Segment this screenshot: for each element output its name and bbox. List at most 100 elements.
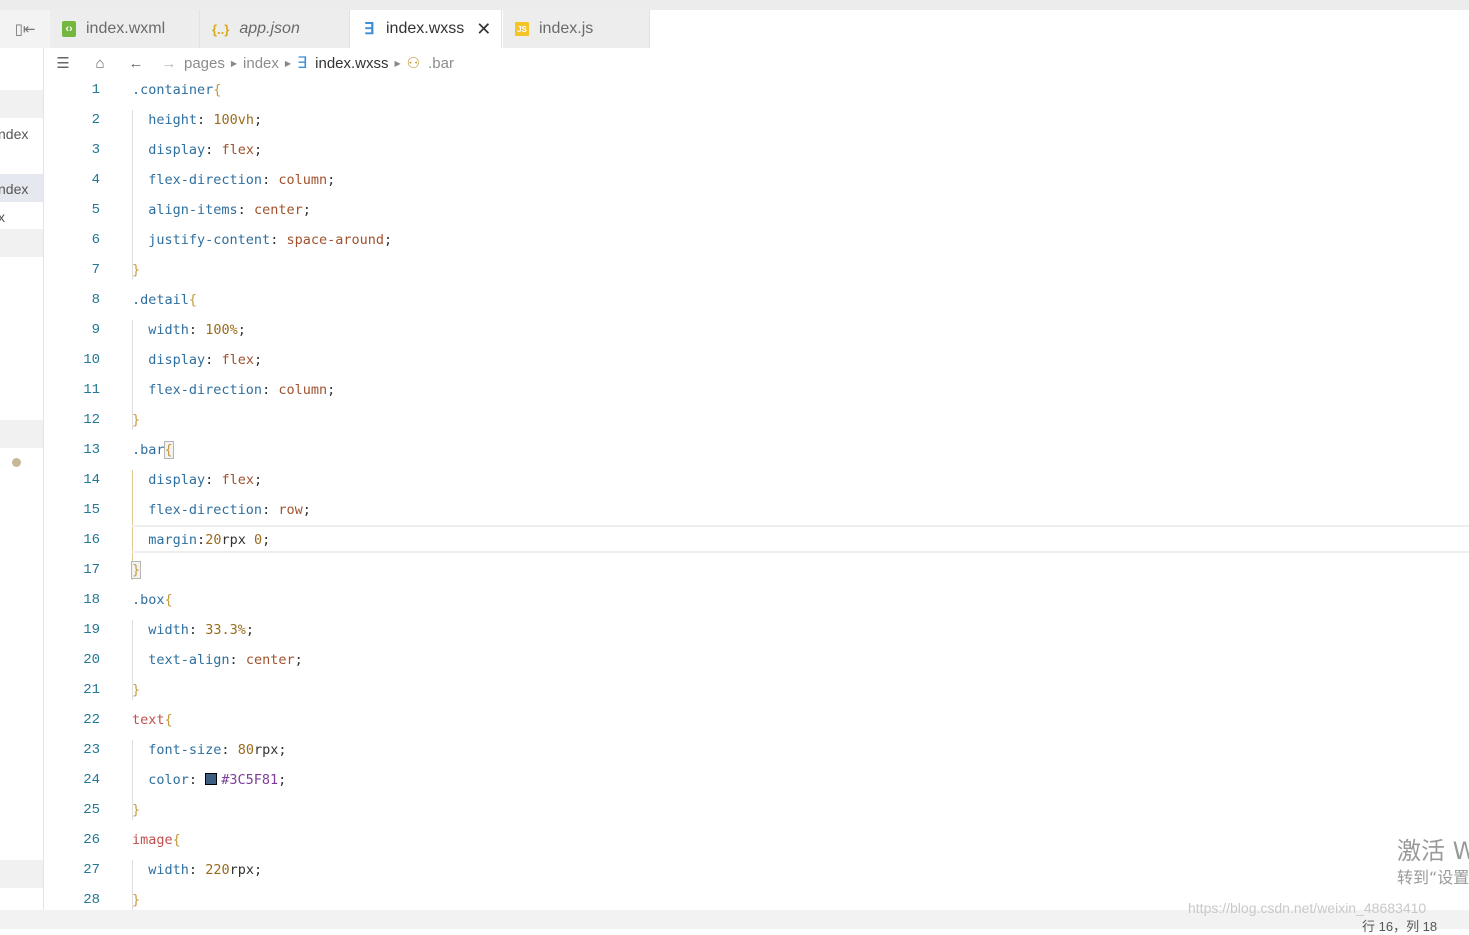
code-line[interactable]: 9 width: 100%; — [44, 318, 1469, 348]
code-text[interactable]: .box{ — [132, 588, 173, 612]
code-text[interactable]: display: flex; — [132, 468, 262, 492]
code-line[interactable]: 6 justify-content: space-around; — [44, 228, 1469, 258]
code-text[interactable]: } — [132, 258, 140, 282]
line-number: 18 — [83, 592, 100, 608]
code-text[interactable]: flex-direction: column; — [132, 378, 335, 402]
js-file-icon: JS — [515, 22, 529, 36]
breadcrumb: ☰ ⌂ ← → pages ▶ index ▶ ∃ index.wxss ▶ ⚇… — [44, 48, 1469, 78]
window-top-strip — [0, 0, 1469, 10]
code-line[interactable]: 14 display: flex; — [44, 468, 1469, 498]
close-tab-icon[interactable]: ✕ — [476, 19, 491, 40]
tab-index-wxml[interactable]: ‹› index.wxml — [50, 10, 200, 48]
line-number: 7 — [91, 262, 100, 278]
collapse-sidebar-icon: ▯⇤ — [14, 20, 36, 38]
code-text[interactable]: text-align: center; — [132, 648, 302, 672]
code-editor[interactable]: 1 .container{2 height: 100vh; 3 display: f… — [44, 78, 1469, 910]
code-text[interactable]: justify-content: space-around; — [132, 228, 392, 252]
line-number: 22 — [83, 712, 100, 728]
breadcrumb-pages[interactable]: pages — [184, 55, 225, 72]
forward-arrow-icon[interactable]: → — [154, 55, 184, 72]
line-number: 4 — [91, 172, 100, 188]
breadcrumb-symbol[interactable]: .bar — [428, 55, 454, 72]
code-line[interactable]: 18 .box{ — [44, 588, 1469, 618]
cursor-position[interactable]: 行 16，列 18 — [1362, 916, 1437, 935]
code-line[interactable]: 16 margin:20rpx 0; — [44, 525, 1469, 558]
code-text[interactable]: .bar{ — [132, 438, 174, 462]
code-line[interactable]: 19 width: 33.3%; — [44, 618, 1469, 648]
code-line[interactable]: 27 width: 220rpx; — [44, 858, 1469, 888]
code-line[interactable]: 25} — [44, 798, 1469, 828]
sidebar-item-x[interactable]: x — [0, 209, 5, 225]
code-text[interactable]: } — [132, 888, 140, 910]
code-text[interactable]: } — [130, 558, 142, 582]
line-number: 14 — [83, 472, 100, 488]
code-line[interactable]: 10 display: flex; — [44, 348, 1469, 378]
code-text[interactable]: image{ — [132, 828, 181, 852]
code-text[interactable]: flex-direction: column; — [132, 168, 335, 192]
code-line[interactable]: 15 flex-direction: row; — [44, 498, 1469, 528]
line-number: 13 — [83, 442, 100, 458]
line-number: 21 — [83, 682, 100, 698]
code-text[interactable]: font-size: 80rpx; — [132, 738, 286, 762]
code-text[interactable]: display: flex; — [132, 348, 262, 372]
code-text[interactable]: width: 100%; — [132, 318, 246, 342]
code-line[interactable]: 17} — [44, 558, 1469, 588]
code-line[interactable]: 21} — [44, 678, 1469, 708]
code-text[interactable]: margin:20rpx 0; — [132, 528, 270, 552]
line-number: 17 — [83, 562, 100, 578]
sidebar-item-index-1[interactable]: ndex — [0, 126, 28, 142]
tab-label: index.wxml — [86, 20, 166, 37]
windows-activation-subtitle: 转到“设置 — [1397, 868, 1469, 887]
line-number: 15 — [83, 502, 100, 518]
bookmark-icon[interactable]: ⌂ — [82, 55, 118, 72]
line-number: 23 — [83, 742, 100, 758]
code-line[interactable]: 5 align-items: center; — [44, 198, 1469, 228]
code-text[interactable]: } — [132, 408, 140, 432]
code-line[interactable]: 24 color: #3C5F81; — [44, 768, 1469, 798]
code-line[interactable]: 26 image{ — [44, 828, 1469, 858]
sidebar-band — [0, 860, 43, 888]
tab-label: app.json — [239, 20, 300, 37]
code-line[interactable]: 3 display: flex; — [44, 138, 1469, 168]
tab-index-wxss[interactable]: ∃ index.wxss ✕ — [350, 10, 502, 48]
sidebar-toggle-button[interactable]: ▯⇤ — [0, 10, 50, 48]
code-text[interactable]: } — [132, 678, 140, 702]
line-number: 20 — [83, 652, 100, 668]
line-number: 28 — [83, 892, 100, 908]
code-line[interactable]: 2 height: 100vh; — [44, 108, 1469, 138]
outline-list-icon[interactable]: ☰ — [44, 54, 82, 72]
breadcrumb-index[interactable]: index — [243, 55, 279, 72]
line-number: 6 — [91, 232, 100, 248]
code-line[interactable]: 11 flex-direction: column; — [44, 378, 1469, 408]
code-line[interactable]: 13 .bar{ — [44, 438, 1469, 468]
code-text[interactable]: flex-direction: row; — [132, 498, 311, 522]
code-text[interactable]: text{ — [132, 708, 173, 732]
code-text[interactable]: width: 220rpx; — [132, 858, 262, 882]
code-line[interactable]: 20 text-align: center; — [44, 648, 1469, 678]
code-line[interactable]: 23 font-size: 80rpx; — [44, 738, 1469, 768]
sidebar-band — [0, 90, 43, 118]
line-number: 12 — [83, 412, 100, 428]
code-text[interactable]: width: 33.3%; — [132, 618, 254, 642]
code-line[interactable]: 22 text{ — [44, 708, 1469, 738]
code-text[interactable]: display: flex; — [132, 138, 262, 162]
back-arrow-icon[interactable]: ← — [118, 55, 154, 72]
wxss-file-icon: ∃ — [297, 55, 308, 72]
code-line[interactable]: 4 flex-direction: column; — [44, 168, 1469, 198]
code-text[interactable]: color: #3C5F81; — [132, 768, 286, 792]
code-text[interactable]: } — [132, 798, 140, 822]
tab-app-json[interactable]: {..} app.json — [200, 10, 350, 48]
code-text[interactable]: align-items: center; — [132, 198, 311, 222]
sidebar-item-index-2[interactable]: ndex — [0, 181, 28, 197]
code-line[interactable]: 1 .container{ — [44, 78, 1469, 108]
code-line[interactable]: 7} — [44, 258, 1469, 288]
code-text[interactable]: .container{ — [132, 78, 221, 102]
code-text[interactable]: .detail{ — [132, 288, 197, 312]
tab-index-js[interactable]: JS index.js — [503, 10, 650, 48]
code-line[interactable]: 8 .detail{ — [44, 288, 1469, 318]
breadcrumb-file[interactable]: index.wxss — [315, 55, 388, 72]
code-line[interactable]: 12} — [44, 408, 1469, 438]
code-text[interactable]: height: 100vh; — [132, 108, 262, 132]
selector-symbol-icon: ⚇ — [406, 55, 421, 72]
watermark: https://blog.csdn.net/weixin_48683410 — [1188, 900, 1427, 916]
